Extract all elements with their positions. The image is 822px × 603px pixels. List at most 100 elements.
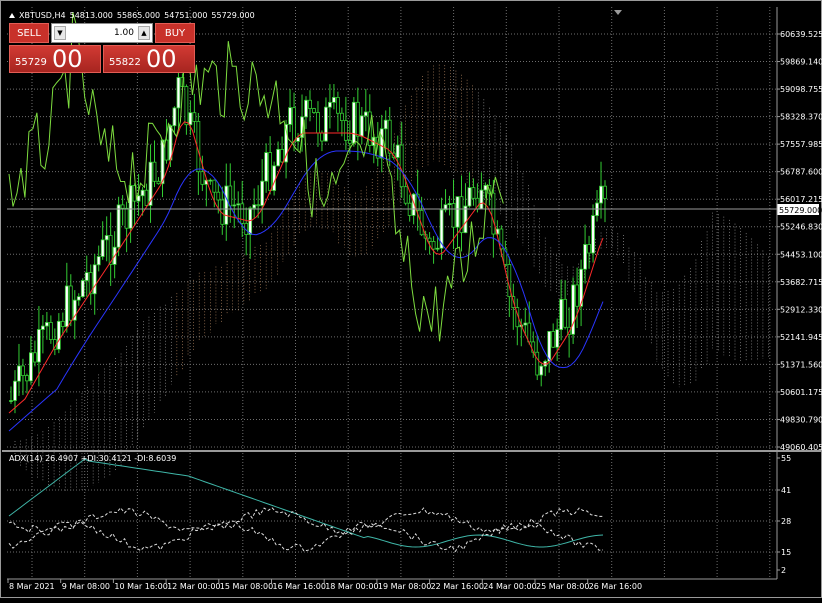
candle-body	[256, 204, 261, 207]
candle-body	[156, 180, 161, 185]
current-price-text: 55729.000	[779, 206, 822, 215]
candle-body	[100, 239, 105, 257]
price-label: 60639.525	[780, 30, 822, 39]
candle-body	[403, 186, 408, 204]
time-label: 22 Mar 16:00	[431, 582, 484, 591]
candle-body	[343, 120, 348, 141]
sell-button[interactable]: SELL	[9, 23, 49, 43]
adx-axis-label: 41	[781, 486, 791, 495]
sell-price-big: 00	[52, 45, 83, 73]
sell-price-button[interactable]: 55729 00	[9, 45, 101, 73]
candle-body	[48, 322, 53, 340]
price-label: 53682.715	[780, 278, 822, 287]
adx-indicator-label: ADX(14) 26.4907 +DI:30.4121 -DI:8.6039	[9, 454, 177, 463]
minus-di-line	[8, 520, 604, 553]
candle-body	[192, 112, 197, 122]
candle-body	[587, 244, 591, 254]
price-label: 52141.945	[780, 333, 822, 342]
volume-value[interactable]: 1.00	[114, 28, 134, 38]
triangle-down-icon[interactable]: ▼	[54, 26, 66, 40]
sell-price-small: 55729	[15, 57, 47, 68]
chart-window[interactable]: 55729.000 60639.525 59869.140 59098.755 583…	[0, 0, 822, 598]
candle-body	[563, 298, 568, 328]
candle-body	[9, 400, 13, 402]
candle-body	[527, 322, 532, 343]
candle-body	[224, 185, 229, 225]
candle-body	[280, 148, 284, 163]
high-value: 55865.000	[116, 11, 161, 20]
candle-body	[184, 86, 189, 126]
candle-body	[336, 97, 340, 114]
chart-header: XBTUSD,H4 54813.000 55865.000 54751.000 …	[9, 11, 255, 20]
adx-axis-label: 2	[781, 566, 786, 575]
triangle-up-icon[interactable]: ▲	[138, 26, 150, 40]
buy-button[interactable]: BUY	[155, 23, 195, 43]
low-value: 54751.000	[164, 11, 208, 20]
candle-body	[339, 112, 344, 122]
volume-field[interactable]: ▼ 1.00 ▲	[51, 23, 153, 43]
time-label: 25 Mar 08:00	[536, 582, 589, 591]
candle-body	[292, 107, 296, 142]
candle-body	[539, 365, 544, 376]
adx-axis-label: 15	[781, 548, 791, 557]
candle-body	[328, 101, 332, 108]
candle-body	[37, 329, 41, 363]
kijun-line	[8, 150, 604, 432]
candle-body	[240, 203, 245, 224]
candle-body	[264, 152, 269, 182]
price-label: 56787.600	[780, 168, 822, 177]
candle-body	[144, 189, 149, 206]
candle-body	[208, 179, 213, 182]
candle-body	[463, 205, 468, 234]
chart-shift-icon[interactable]	[614, 10, 622, 15]
chart-canvas[interactable]: 55729.000 60639.525 59869.140 59098.755 583…	[1, 1, 822, 599]
price-label: 52912.330	[780, 305, 822, 314]
candle-body	[431, 241, 436, 250]
candle-body	[120, 204, 125, 209]
price-label: 49830.790	[780, 415, 822, 424]
candle-body	[467, 187, 472, 207]
candle-body	[216, 191, 221, 201]
time-label: 8 Mar 2021	[9, 582, 55, 591]
candle-body	[140, 189, 145, 197]
candle-body	[591, 215, 595, 254]
candle-body	[236, 203, 241, 206]
candle-body	[232, 204, 237, 207]
candle-body	[603, 185, 607, 199]
candle-body	[451, 203, 456, 228]
time-axis: 8 Mar 2021 9 Mar 08:00 10 Mar 16:00 12 Mar …	[7, 579, 642, 591]
candle-body	[272, 165, 277, 191]
candle-body	[355, 101, 360, 137]
candle-body	[316, 112, 320, 134]
candle-body	[80, 280, 85, 298]
candle-body	[363, 111, 368, 117]
buy-price-button[interactable]: 55822 00	[103, 45, 195, 73]
candle-body	[599, 185, 603, 204]
price-label: 50601.175	[780, 388, 822, 397]
candle-body	[491, 192, 496, 235]
adx-grid	[7, 453, 777, 577]
candle-body	[383, 119, 388, 130]
candle-body	[583, 244, 587, 270]
candle-body	[308, 99, 312, 109]
candle-body	[152, 161, 157, 182]
price-label: 56017.215	[780, 195, 822, 204]
candle-body	[427, 237, 432, 242]
candle-body	[332, 97, 336, 103]
price-label: 59869.140	[780, 58, 822, 67]
candle-body	[60, 320, 65, 328]
candle-body	[347, 139, 352, 144]
candle-body	[559, 298, 564, 330]
candle-body	[92, 264, 97, 295]
collapse-icon[interactable]	[9, 13, 15, 18]
buy-price-small: 55822	[109, 57, 141, 68]
candle-body	[200, 171, 205, 185]
time-label: 12 Mar 00:00	[167, 582, 220, 591]
candle-body	[324, 106, 328, 142]
time-label: 15 Mar 08:00	[220, 582, 273, 591]
price-label: 54453.100	[780, 250, 822, 259]
candle-body	[276, 148, 280, 167]
one-click-trading-panel: SELL ▼ 1.00 ▲ BUY 55729 00 55822 00	[9, 23, 195, 73]
candle-body	[435, 247, 440, 250]
candle-body	[351, 101, 356, 144]
